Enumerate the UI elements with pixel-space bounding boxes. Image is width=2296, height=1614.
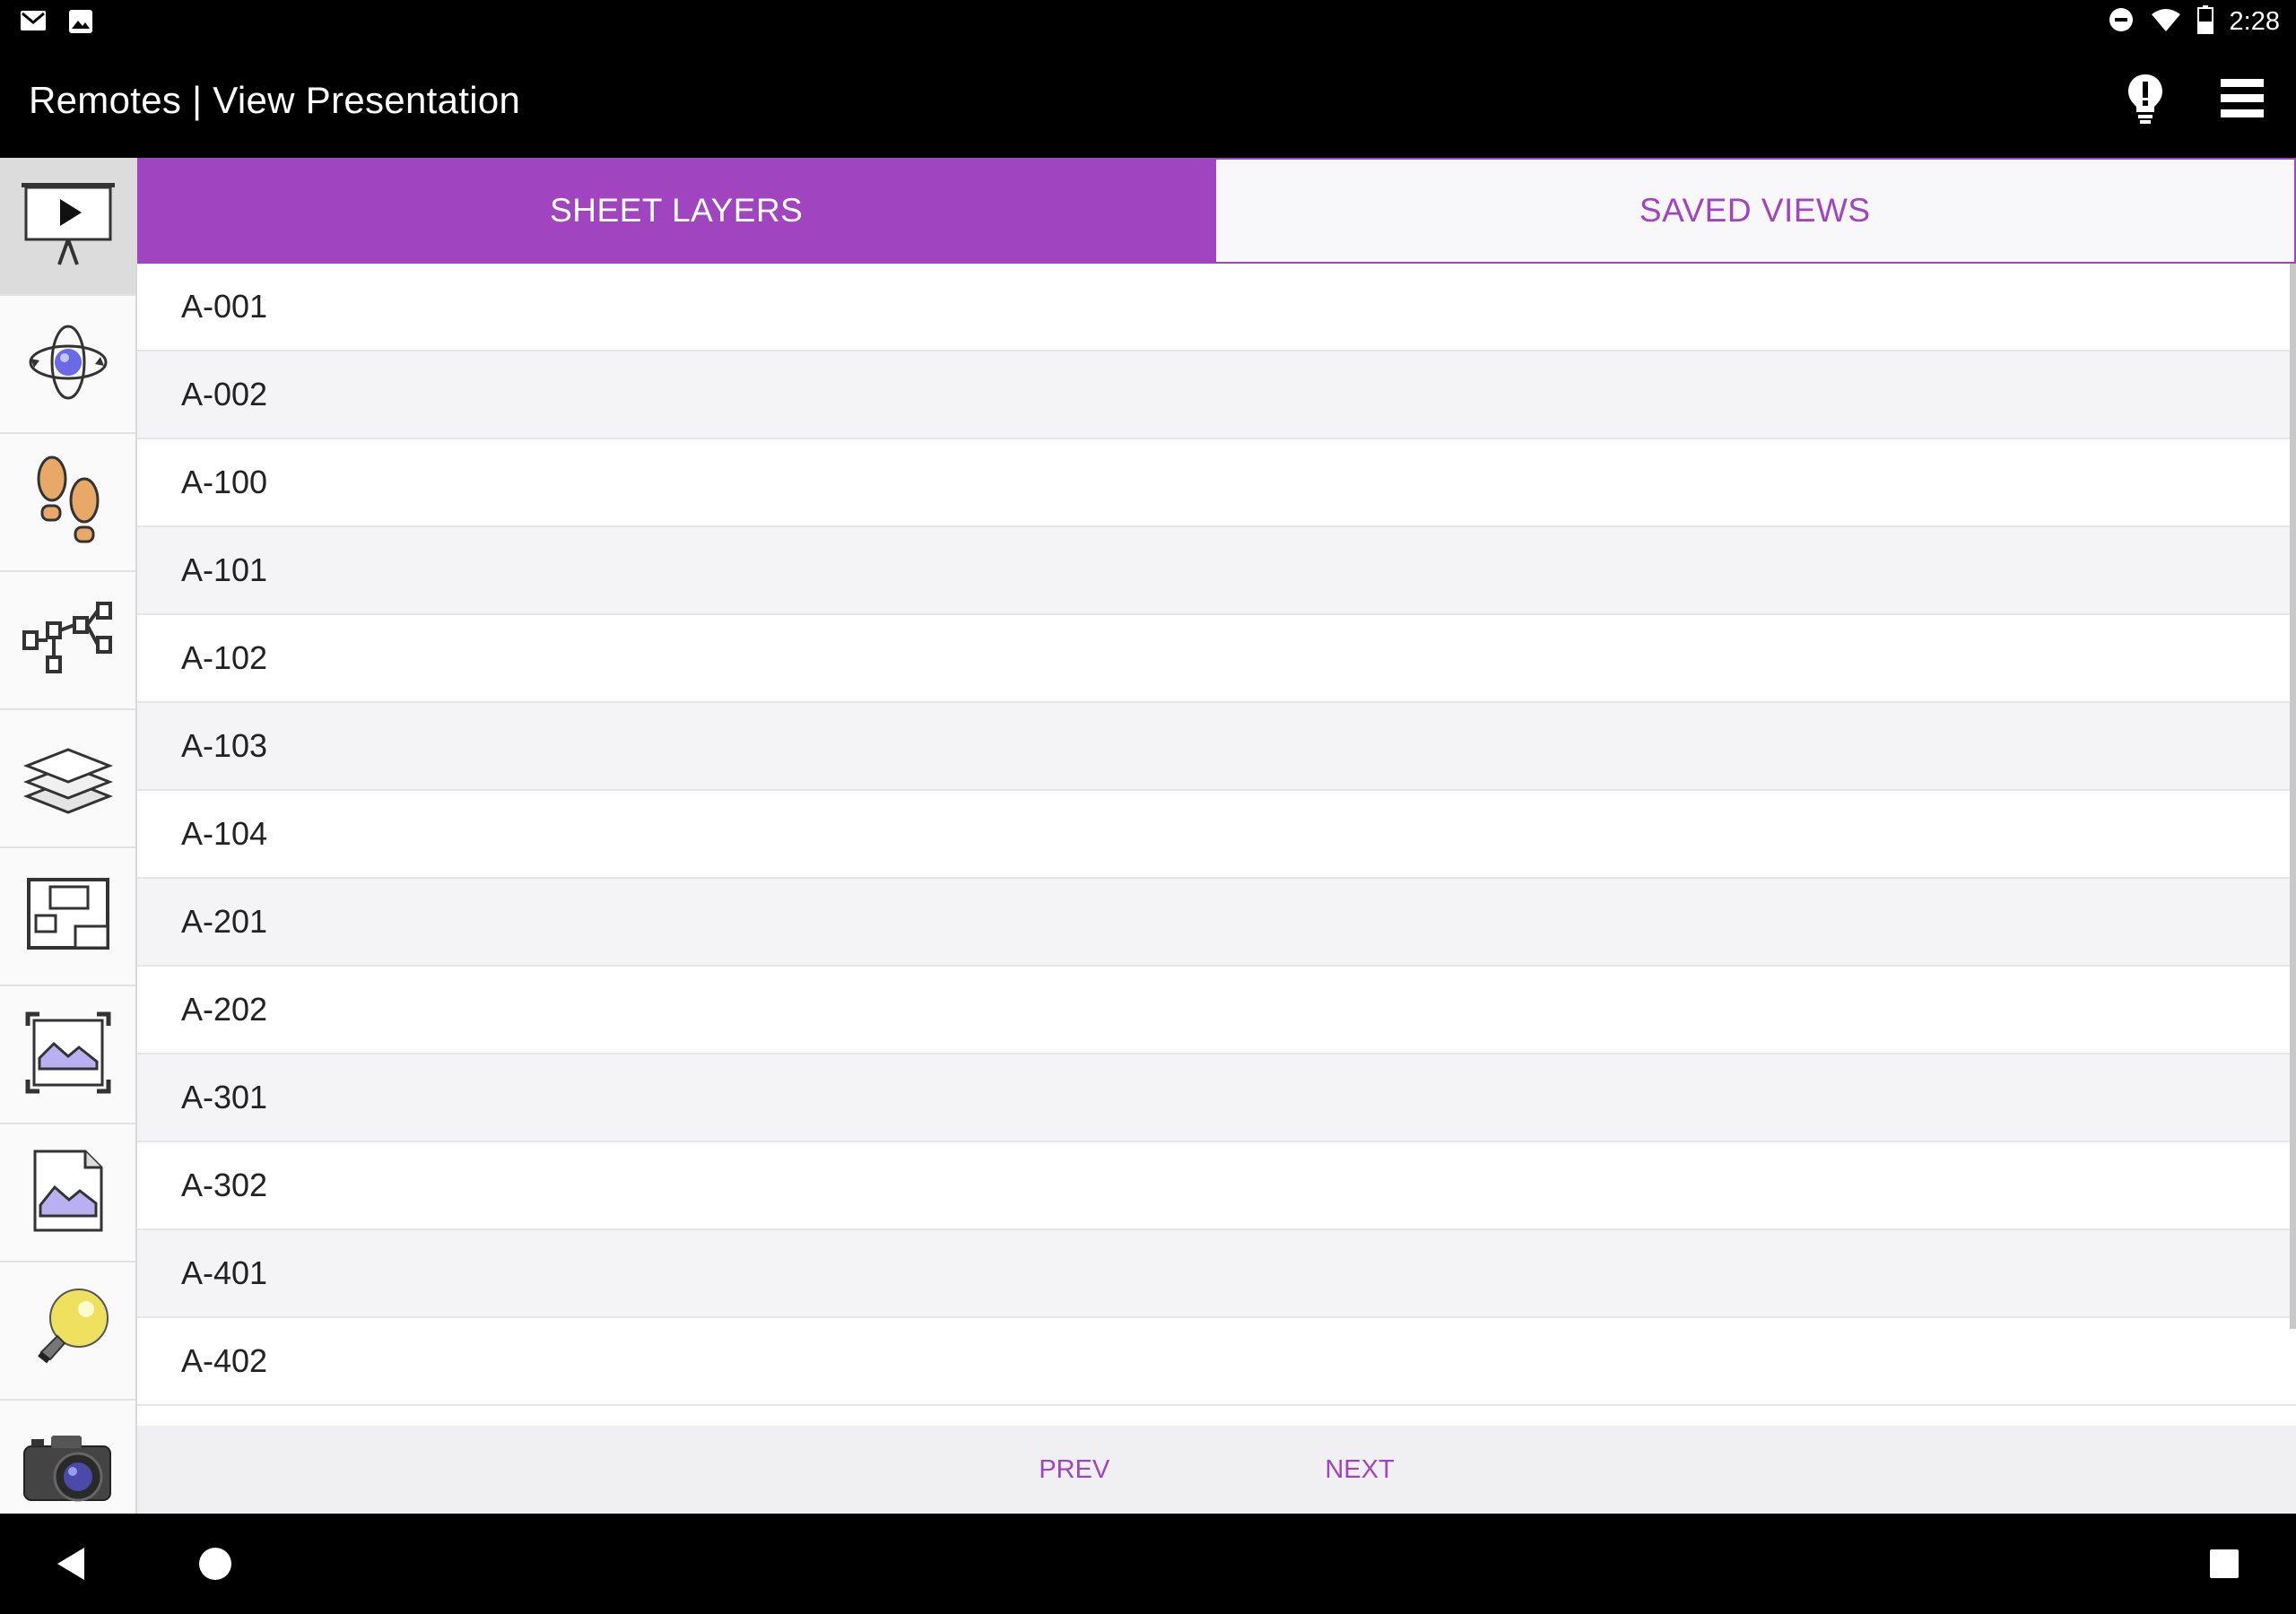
floorplan-icon [25,876,111,958]
list-item-a-402[interactable]: A-402 [137,1318,2296,1406]
list-item-a-103[interactable]: A-103 [137,703,2296,791]
list-item-a-401[interactable]: A-401 [137,1230,2296,1318]
list-item-a-302[interactable]: A-302 [137,1142,2296,1230]
back-button[interactable] [45,1539,99,1592]
camera-icon [19,1427,117,1512]
pager: PREV NEXT [137,1426,2296,1514]
back-triangle-icon [54,1546,90,1586]
app-actions [2118,72,2269,129]
lightbulb-alert-button[interactable] [2118,72,2172,129]
list-item-a-002[interactable]: A-002 [137,351,2296,439]
hierarchy-icon [22,598,115,683]
sidebar-item-floorplan[interactable] [0,848,135,986]
main-content: SHEET LAYERS SAVED VIEWS A-001 A-002 A-1… [137,158,2296,1514]
list-item-a-202[interactable]: A-202 [137,967,2296,1054]
image-icon [68,9,93,39]
image-document-icon [30,1148,107,1238]
recents-square-icon [2208,1548,2240,1584]
status-time: 2:28 [2229,7,2280,36]
do-not-disturb-icon [2108,6,2135,38]
lightbulb-alert-icon [2126,73,2165,129]
next-button[interactable]: NEXT [1307,1446,1412,1494]
footsteps-icon [28,454,109,551]
sheet-layers-list: A-001 A-002 A-100 A-101 A-102 A-103 A-10… [137,264,2296,1426]
list-item-a-100[interactable]: A-100 [137,439,2296,527]
orbit-icon [25,319,111,410]
status-right: 2:28 [2108,5,2280,39]
tab-saved-views[interactable]: SAVED VIEWS [1215,158,2296,264]
wifi-icon [2151,7,2181,37]
list-item-a-102[interactable]: A-102 [137,615,2296,703]
sidebar-item-walk[interactable] [0,434,135,572]
status-bar: 2:28 [0,0,2296,45]
sidebar [0,158,137,1539]
tab-sheet-layers[interactable]: SHEET LAYERS [137,158,1216,264]
lightbulb-icon [23,1284,113,1378]
app-title: Remotes | View Presentation [29,79,521,121]
gmail-icon [20,9,47,39]
status-left [20,9,93,39]
list-item-a-104[interactable]: A-104 [137,791,2296,879]
fit-image-icon [25,1011,111,1098]
sidebar-item-hierarchy[interactable] [0,572,135,710]
home-button[interactable] [188,1539,242,1592]
sidebar-item-lighting[interactable] [0,1263,135,1401]
sidebar-item-image-document[interactable] [0,1124,135,1263]
list-scrollbar[interactable] [2290,264,2296,1329]
home-circle-icon [197,1546,233,1586]
battery-icon [2196,5,2213,39]
sidebar-item-presentation[interactable] [0,158,135,296]
list-item-a-001[interactable]: A-001 [137,264,2296,351]
list-item-a-201[interactable]: A-201 [137,879,2296,967]
sidebar-item-orbit[interactable] [0,296,135,434]
presentation-icon [19,179,117,273]
prev-button[interactable]: PREV [1021,1446,1127,1494]
recents-button[interactable] [2197,1539,2251,1592]
hamburger-menu-icon [2219,75,2266,126]
menu-button[interactable] [2215,72,2269,129]
system-nav-bar [0,1514,2296,1614]
sidebar-item-fit-image[interactable] [0,986,135,1124]
list-item-a-101[interactable]: A-101 [137,527,2296,615]
app-bar: Remotes | View Presentation [0,45,2296,158]
tab-bar: SHEET LAYERS SAVED VIEWS [137,158,2296,264]
sidebar-item-layers[interactable] [0,710,135,848]
list-item-a-301[interactable]: A-301 [137,1054,2296,1142]
layers-icon [22,733,113,824]
